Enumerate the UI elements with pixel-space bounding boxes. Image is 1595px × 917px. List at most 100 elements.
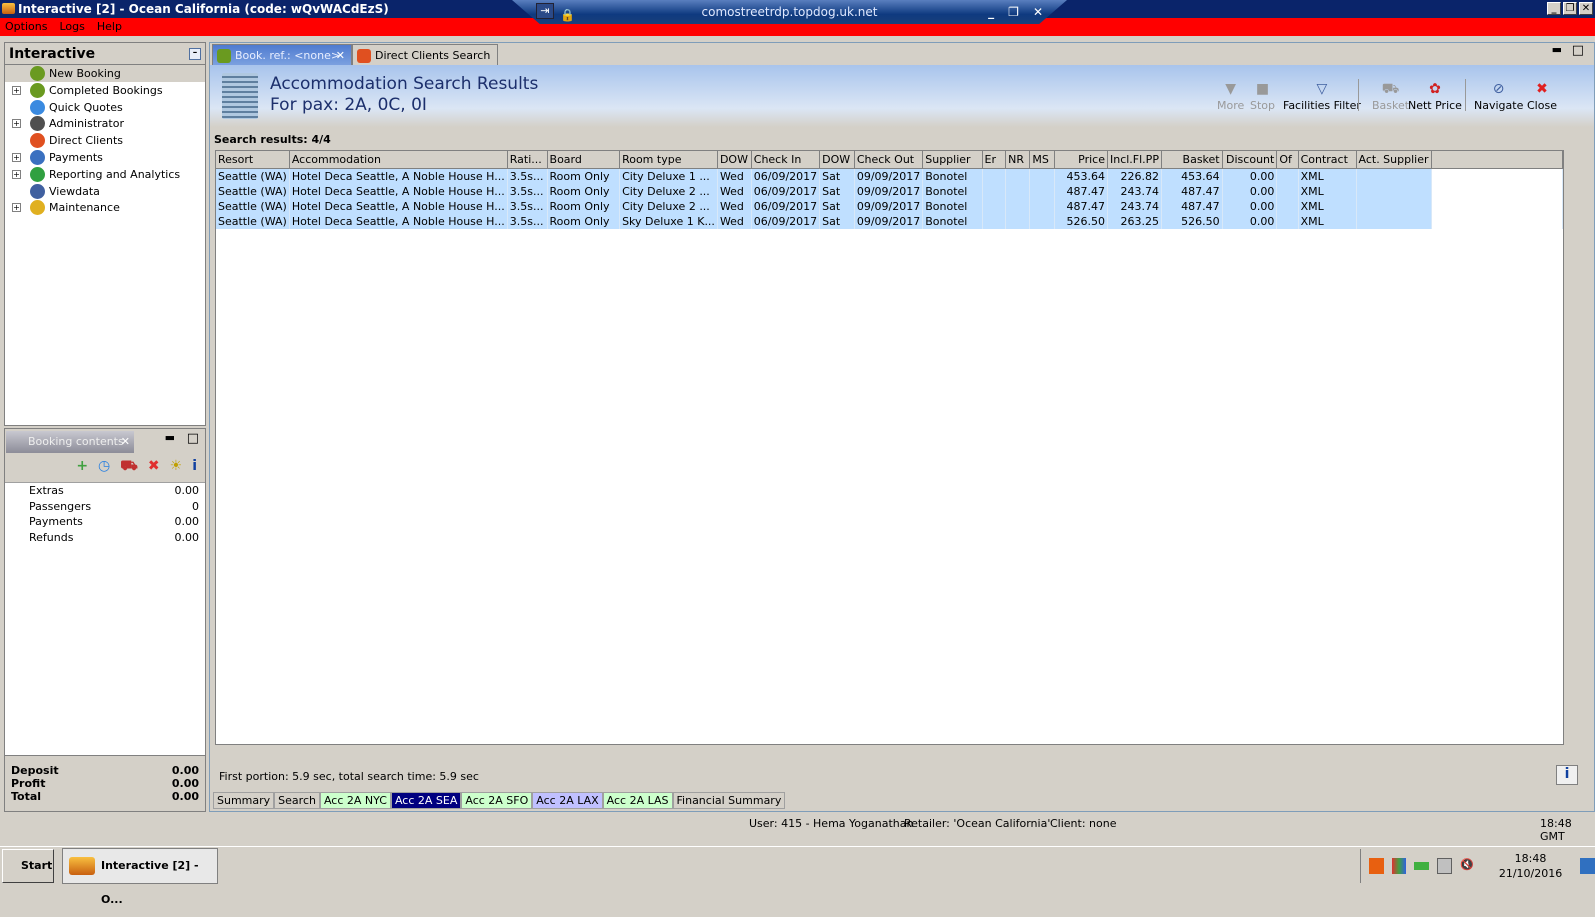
tab-booking-ref[interactable]: Book. ref.: <none> ✕ <box>212 44 352 66</box>
nett-price-button[interactable]: ✿ Nett Price <box>1408 81 1462 112</box>
total-label: Total <box>11 790 42 803</box>
rdp-minimize-icon[interactable]: _ <box>988 0 994 24</box>
bottom-tab-acc-2a-sea[interactable]: Acc 2A SEA <box>390 792 462 809</box>
table-cell: 09/09/2017 <box>854 168 924 184</box>
collapse-icon[interactable]: – <box>189 48 201 60</box>
close-tab-icon[interactable]: ✕ <box>336 45 345 67</box>
column-header[interactable]: Room type <box>619 151 718 169</box>
minimize-button[interactable]: _ <box>1547 2 1561 15</box>
column-header[interactable]: Board <box>547 151 621 169</box>
column-header[interactable]: Accommodation <box>289 151 508 169</box>
maximize-icon[interactable]: □ <box>1572 43 1584 58</box>
table-cell <box>982 198 1007 214</box>
clock[interactable]: 18:48 21/10/2016 <box>1499 851 1562 881</box>
column-header[interactable]: Incl.Fl.PP <box>1107 151 1162 169</box>
close-icon[interactable]: ✕ <box>121 431 130 453</box>
table-cell: XML <box>1298 198 1357 214</box>
booking-row-value: 0.00 <box>174 484 200 497</box>
info-icon[interactable]: i <box>192 458 197 477</box>
menu-logs[interactable]: Logs <box>59 18 84 36</box>
minimize-icon[interactable]: ▬ <box>1552 43 1562 56</box>
column-header[interactable]: MS <box>1029 151 1055 169</box>
rdp-close-icon[interactable]: ✕ <box>1033 0 1043 24</box>
column-header[interactable]: Price <box>1054 151 1108 169</box>
column-header[interactable]: Er <box>982 151 1007 169</box>
delete-icon[interactable]: ✖ <box>148 458 160 477</box>
table-row[interactable]: Seattle (WA) Hotel Deca Seattle, A Noble … <box>216 183 1563 199</box>
expand-icon[interactable]: + <box>12 119 21 129</box>
basket-button[interactable]: ⛟ Basket <box>1372 81 1409 112</box>
palm-icon[interactable]: ☀ <box>170 458 183 477</box>
bottom-tab-acc-2a-las[interactable]: Acc 2A LAS <box>602 792 673 809</box>
bottom-tab-financial-summary[interactable]: Financial Summary <box>672 792 786 809</box>
nav-item-new-booking[interactable]: New Booking <box>5 65 205 82</box>
column-header[interactable]: Act. Supplier <box>1356 151 1432 169</box>
expand-icon[interactable]: + <box>12 169 21 179</box>
close-button[interactable]: ✖ Close <box>1527 81 1557 112</box>
taskbar-item-interactive[interactable]: Interactive [2] - O... <box>62 848 218 906</box>
toolbar-label: Stop <box>1250 99 1276 112</box>
nav-item-payments[interactable]: + Payments <box>5 149 205 166</box>
volume-muted-icon[interactable]: 🔇 <box>1460 858 1475 874</box>
network-card-icon[interactable] <box>1414 862 1430 870</box>
column-header[interactable]: Supplier <box>922 151 983 169</box>
tab-label: Book. ref.: <none> <box>235 49 341 62</box>
table-row[interactable]: Seattle (WA) Hotel Deca Seattle, A Noble … <box>216 213 1563 229</box>
bottom-tab-summary[interactable]: Summary <box>213 792 275 809</box>
column-header[interactable]: Discount <box>1222 151 1278 169</box>
maximize-icon[interactable]: □ <box>187 431 199 446</box>
bottom-tab-acc-2a-sfo[interactable]: Acc 2A SFO <box>461 792 533 809</box>
minimize-icon[interactable]: ▬ <box>165 431 175 444</box>
pin-icon[interactable]: ⇥ <box>536 3 554 19</box>
add-icon[interactable]: + <box>76 458 88 477</box>
start-button[interactable]: Start <box>2 849 54 883</box>
bottom-tab-search[interactable]: Search <box>274 792 320 809</box>
toolbar-label: Navigate <box>1474 99 1524 112</box>
nav-item-completed-bookings[interactable]: + Completed Bookings <box>5 82 205 99</box>
navigate-button[interactable]: ⊘ Navigate <box>1474 81 1523 112</box>
facilities-filter-button[interactable]: ▽ Facilities Filter <box>1283 81 1361 112</box>
booking-contents-tab[interactable]: Booking contents ✕ <box>6 431 134 453</box>
show-desktop-icon[interactable] <box>1580 858 1595 874</box>
column-header[interactable]: Rati... <box>507 151 548 169</box>
nav-item-direct-clients[interactable]: Direct Clients <box>5 132 205 149</box>
menu-options[interactable]: Options <box>5 18 47 36</box>
more-button[interactable]: ▼ More <box>1217 81 1244 112</box>
expand-icon[interactable]: + <box>12 152 21 162</box>
nav-item-reporting-and-analytics[interactable]: + Reporting and Analytics <box>5 166 205 183</box>
bottom-tab-acc-2a-lax[interactable]: Acc 2A LAX <box>532 792 603 809</box>
table-row[interactable]: Seattle (WA) Hotel Deca Seattle, A Noble … <box>216 198 1563 214</box>
table-cell: Hotel Deca Seattle, A Noble House H... <box>289 183 508 199</box>
nav-item-quick-quotes[interactable]: Quick Quotes <box>5 99 205 116</box>
tab-direct-clients-search[interactable]: Direct Clients Search <box>352 44 498 66</box>
table-row[interactable]: Seattle (WA) Hotel Deca Seattle, A Noble … <box>216 168 1563 184</box>
nav-item-maintenance[interactable]: + Maintenance <box>5 199 205 216</box>
column-header[interactable]: DOW <box>819 151 855 169</box>
column-header[interactable]: Check In <box>751 151 821 169</box>
info-button[interactable]: i <box>1556 765 1578 785</box>
menu-help[interactable]: Help <box>97 18 122 36</box>
column-header[interactable]: Check Out <box>854 151 924 169</box>
column-header[interactable]: Contract <box>1298 151 1357 169</box>
column-header[interactable]: NR <box>1005 151 1031 169</box>
rdp-restore-icon[interactable]: ❐ <box>1008 0 1019 24</box>
java-icon[interactable] <box>1369 858 1384 874</box>
basket-icon[interactable]: ⛟ <box>120 458 138 477</box>
restore-button[interactable]: ❐ <box>1563 2 1577 15</box>
clock-icon[interactable]: ◷ <box>98 458 110 477</box>
column-header[interactable]: Basket <box>1161 151 1223 169</box>
stop-button[interactable]: ■ Stop <box>1250 81 1275 112</box>
expand-icon[interactable]: + <box>12 203 21 213</box>
column-header[interactable]: DOW <box>717 151 752 169</box>
column-header[interactable]: Of <box>1276 151 1299 169</box>
antivirus-icon[interactable] <box>1391 858 1407 874</box>
nav-item-administrator[interactable]: + Administrator <box>5 115 205 132</box>
navigate-icon: ⊘ <box>1492 81 1505 97</box>
column-header[interactable]: Resort <box>216 151 290 169</box>
bottom-tab-acc-2a-nyc[interactable]: Acc 2A NYC <box>319 792 391 809</box>
close-window-button[interactable]: ✕ <box>1579 2 1593 15</box>
nav-item-viewdata[interactable]: Viewdata <box>5 183 205 200</box>
booking-row-label: Refunds <box>29 531 74 545</box>
network-icon[interactable] <box>1437 858 1453 874</box>
expand-icon[interactable]: + <box>12 85 21 95</box>
